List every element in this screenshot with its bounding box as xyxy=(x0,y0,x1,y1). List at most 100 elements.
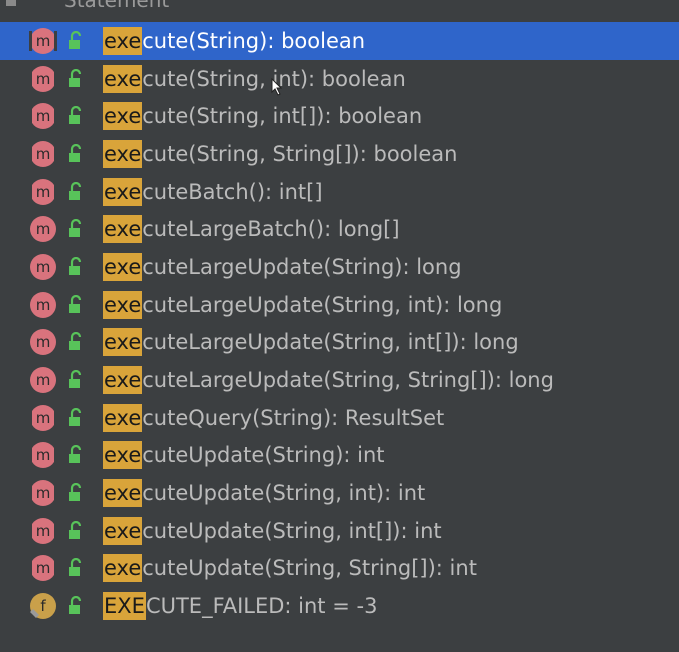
list-item[interactable]: m execute(String, int): boolean xyxy=(0,60,679,98)
member-signature: EXECUTE_FAILED: int = -3 xyxy=(103,592,378,621)
member-signature: executeQuery(String): ResultSet xyxy=(103,403,445,432)
list-item[interactable]: m executeLargeUpdate(String): long xyxy=(0,248,679,286)
search-match-highlight: exe xyxy=(103,403,143,432)
svg-text:m: m xyxy=(36,522,51,540)
search-match-highlight: exe xyxy=(103,516,143,545)
search-match-highlight: exe xyxy=(103,479,143,508)
member-signature-rest: cuteLargeBatch(): long[] xyxy=(142,217,400,242)
abstract-method-icon: m xyxy=(29,103,57,130)
list-item[interactable]: m executeUpdate(String, int): int xyxy=(0,474,679,512)
member-signature: executeLargeUpdate(String): long xyxy=(103,252,462,281)
search-match-highlight: exe xyxy=(103,64,143,93)
svg-text:m: m xyxy=(36,107,51,125)
member-signature-rest: cute(String, int[]): boolean xyxy=(142,104,423,129)
member-signature-rest: cuteLargeUpdate(String, int[]): long xyxy=(142,330,519,355)
public-visibility-icon xyxy=(69,294,82,313)
list-item[interactable]: m executeUpdate(String): int xyxy=(0,437,679,475)
public-visibility-icon xyxy=(69,520,82,539)
member-signature: executeLargeUpdate(String, String[]): lo… xyxy=(103,366,554,395)
member-signature: execute(String, String[]): boolean xyxy=(103,139,457,168)
method-icon: m xyxy=(30,329,56,356)
public-visibility-icon xyxy=(69,370,82,389)
public-visibility-icon xyxy=(69,143,82,162)
abstract-method-icon: m xyxy=(29,442,57,469)
public-visibility-icon xyxy=(69,558,82,577)
member-signature-rest: cuteLargeUpdate(String): long xyxy=(142,254,462,279)
abstract-method-icon: m xyxy=(29,404,57,431)
svg-text:m: m xyxy=(36,371,51,389)
field-icon: f xyxy=(30,593,56,620)
list-item[interactable]: f EXECUTE_FAILED: int = -3 xyxy=(0,587,679,625)
abstract-method-icon: m xyxy=(29,178,57,205)
search-match-highlight: EXE xyxy=(103,592,146,621)
search-match-highlight: exe xyxy=(103,290,143,319)
list-item[interactable]: m executeLargeUpdate(String, int[]): long xyxy=(0,324,679,362)
svg-text:m: m xyxy=(36,559,51,577)
member-signature-rest: cuteLargeUpdate(String, int): long xyxy=(142,292,503,317)
public-visibility-icon xyxy=(69,181,82,200)
method-icon: m xyxy=(30,291,56,318)
member-signature-rest: CUTE_FAILED: int = -3 xyxy=(145,594,378,619)
public-visibility-icon xyxy=(69,106,82,125)
svg-text:m: m xyxy=(36,70,51,88)
mouse-cursor-icon xyxy=(271,78,283,96)
list-item[interactable]: m execute(String, String[]): boolean xyxy=(0,135,679,173)
svg-text:m: m xyxy=(36,409,51,427)
svg-text:m: m xyxy=(36,333,51,351)
search-match-highlight: exe xyxy=(103,252,143,281)
search-match-highlight: exe xyxy=(103,177,143,206)
method-icon: m xyxy=(30,367,56,394)
svg-text:m: m xyxy=(36,220,51,238)
list-item[interactable]: m executeQuery(String): ResultSet xyxy=(0,399,679,437)
member-signature: execute(String): boolean xyxy=(103,26,366,55)
search-match-highlight: exe xyxy=(103,441,143,470)
member-signature-rest: cuteBatch(): int[] xyxy=(142,179,323,204)
svg-text:f: f xyxy=(40,597,46,615)
search-match-highlight: exe xyxy=(103,554,143,583)
member-signature-rest: cuteUpdate(String, int[]): int xyxy=(142,518,442,543)
search-match-highlight: exe xyxy=(103,26,143,55)
list-item[interactable]: m executeUpdate(String, int[]): int xyxy=(0,512,679,550)
member-signature-rest: cuteUpdate(String, String[]): int xyxy=(142,556,477,581)
list-item[interactable]: m execute(String, int[]): boolean xyxy=(0,97,679,135)
class-title: Statement xyxy=(64,0,170,12)
abstract-method-icon: m xyxy=(29,140,57,167)
list-item[interactable]: m executeLargeBatch(): long[] xyxy=(0,210,679,248)
class-structure-icon xyxy=(6,0,16,6)
svg-text:m: m xyxy=(36,183,51,201)
public-visibility-icon xyxy=(69,445,82,464)
search-match-highlight: exe xyxy=(103,215,143,244)
member-signature: executeUpdate(String, String[]): int xyxy=(103,554,477,583)
search-match-highlight: exe xyxy=(103,139,143,168)
method-icon: m xyxy=(30,216,56,243)
list-item[interactable]: m executeLargeUpdate(String, int): long xyxy=(0,286,679,324)
member-signature: executeLargeBatch(): long[] xyxy=(103,215,400,244)
abstract-method-icon: m xyxy=(29,480,57,507)
member-signature: executeUpdate(String, int[]): int xyxy=(103,516,442,545)
svg-text:m: m xyxy=(36,32,51,50)
list-item-selected[interactable]: m execute(String): boolean xyxy=(0,22,679,60)
search-match-highlight: exe xyxy=(103,366,143,395)
member-signature: executeUpdate(String, int): int xyxy=(103,479,425,508)
abstract-method-icon: m xyxy=(29,517,57,544)
public-visibility-icon xyxy=(69,30,82,49)
list-item[interactable]: m executeLargeUpdate(String, String[]): l… xyxy=(0,361,679,399)
public-visibility-icon xyxy=(69,596,82,615)
list-item[interactable]: m executeUpdate(String, String[]): int xyxy=(0,550,679,588)
member-signature-rest: cute(String): boolean xyxy=(142,28,366,53)
member-signature: executeBatch(): int[] xyxy=(103,177,323,206)
structure-header: Statement xyxy=(0,0,679,14)
member-signature: executeLargeUpdate(String, int[]): long xyxy=(103,328,519,357)
member-signature: execute(String, int): boolean xyxy=(103,64,406,93)
search-match-highlight: exe xyxy=(103,328,143,357)
list-item[interactable]: m executeBatch(): int[] xyxy=(0,173,679,211)
svg-text:m: m xyxy=(36,484,51,502)
svg-text:m: m xyxy=(36,446,51,464)
method-icon: m xyxy=(30,253,56,280)
member-signature-rest: cuteQuery(String): ResultSet xyxy=(142,405,445,430)
public-visibility-icon xyxy=(69,407,82,426)
public-visibility-icon xyxy=(69,219,82,238)
svg-text:m: m xyxy=(36,296,51,314)
public-visibility-icon xyxy=(69,68,82,87)
member-signature: executeUpdate(String): int xyxy=(103,441,385,470)
